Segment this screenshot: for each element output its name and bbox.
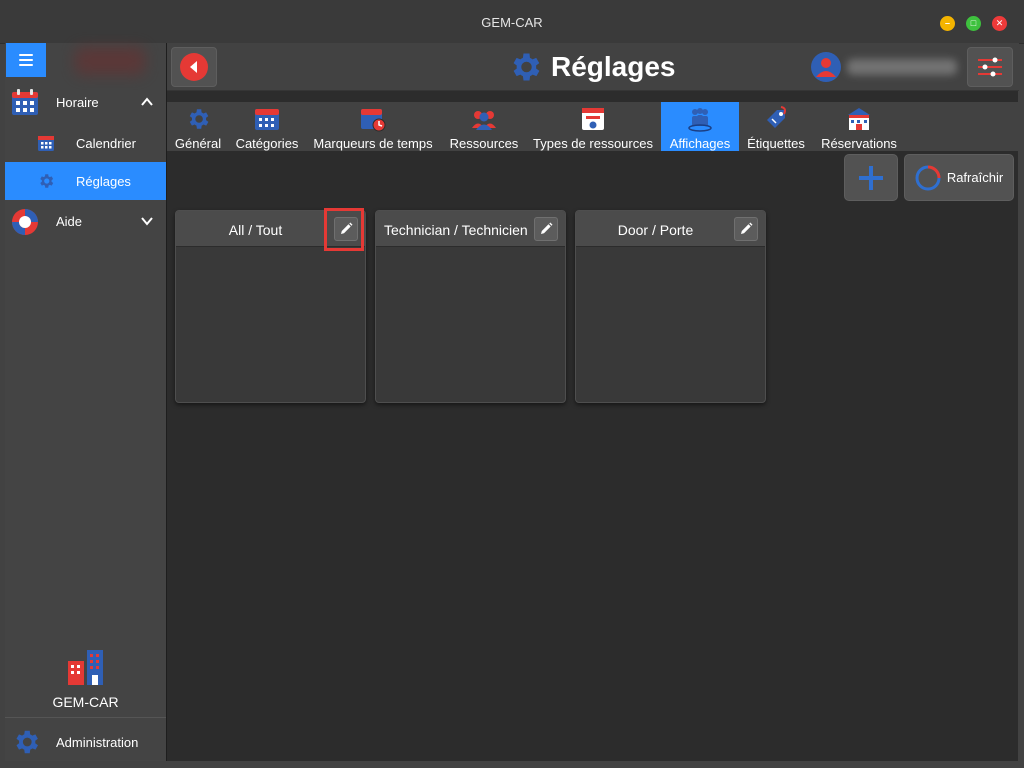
tab-ressources[interactable]: Ressources <box>446 102 522 151</box>
close-button[interactable]: ✕ <box>992 16 1007 31</box>
people-icon <box>472 111 496 130</box>
card-header: Technician / Technicien <box>376 211 565 247</box>
page-title-group: Réglages <box>507 49 676 85</box>
tab-label: Marqueurs de temps <box>313 136 433 151</box>
refresh-button[interactable]: Rafraîchir <box>904 154 1014 201</box>
tab-reservations[interactable]: Réservations <box>818 102 900 151</box>
group-icon <box>688 108 712 132</box>
edit-button[interactable] <box>734 217 758 241</box>
tab-label: Réservations <box>821 136 897 151</box>
minimize-button[interactable]: – <box>940 16 955 31</box>
tag-icon <box>767 106 786 128</box>
menu-toggle-button[interactable] <box>6 43 46 77</box>
chevron-up-icon[interactable] <box>140 95 154 109</box>
card-title: All / Tout <box>228 222 283 238</box>
page-title: Réglages <box>551 51 676 82</box>
tab-label: Catégories <box>235 136 299 151</box>
tab-label: Types de ressources <box>533 136 653 151</box>
lifebuoy-icon <box>12 209 38 235</box>
edit-button[interactable] <box>334 217 358 241</box>
window-title: GEM-CAR <box>481 15 543 30</box>
company-logo-icon <box>68 650 103 685</box>
badge-icon <box>582 108 604 130</box>
gear-icon <box>16 730 38 754</box>
tab-types-de-ressources[interactable]: Types de ressources <box>530 102 656 151</box>
tab-general[interactable]: Général <box>170 102 226 151</box>
tab-affichages[interactable]: Affichages <box>661 102 739 151</box>
sidebar: Horaire Calendrier Réglages Aide GEM-CAR… <box>5 43 166 761</box>
card-title: Technician / Technicien <box>384 222 527 238</box>
sidebar-item-aide[interactable]: Aide <box>5 203 166 241</box>
building-icon <box>848 108 870 130</box>
tab-label: Ressources <box>449 136 519 151</box>
calendar-icon <box>255 109 279 130</box>
card-header: Door / Porte <box>576 211 765 247</box>
gear-icon <box>513 53 540 81</box>
sidebar-divider <box>5 717 166 718</box>
sidebar-item-label: Réglages <box>76 174 131 189</box>
minimize-icon: – <box>944 18 950 28</box>
card-title: Door / Porte <box>617 222 694 238</box>
pencil-icon <box>741 222 753 234</box>
sidebar-item-calendrier[interactable]: Calendrier <box>5 124 166 162</box>
add-button[interactable] <box>844 154 898 201</box>
hamburger-icon <box>19 54 33 66</box>
gear-icon <box>189 109 209 129</box>
edit-button[interactable] <box>534 217 558 241</box>
maximize-button[interactable]: □ <box>966 16 981 31</box>
pencil-icon <box>341 222 353 234</box>
plus-icon <box>859 165 883 190</box>
display-card[interactable]: All / Tout <box>175 210 366 403</box>
sidebar-item-label: Calendrier <box>76 136 136 151</box>
calendar-small-icon <box>38 136 54 151</box>
gear-icon <box>40 174 54 188</box>
brand-logo <box>75 47 145 75</box>
back-arrow-icon <box>180 53 208 81</box>
company-name: GEM-CAR <box>52 694 119 710</box>
tab-label: Affichages <box>669 136 731 151</box>
sidebar-item-horaire[interactable]: Horaire <box>5 84 166 122</box>
tab-label: Étiquettes <box>747 136 805 151</box>
display-card[interactable]: Door / Porte <box>575 210 766 403</box>
display-card[interactable]: Technician / Technicien <box>375 210 566 403</box>
refresh-icon <box>915 165 941 190</box>
refresh-label: Rafraîchir <box>946 170 1004 185</box>
tab-etiquettes[interactable]: Étiquettes <box>744 102 808 151</box>
app-window: GEM-CAR – □ ✕ Horaire Calendrier Réglage… <box>0 0 1024 768</box>
tab-categories[interactable]: Catégories <box>232 102 302 151</box>
chevron-down-icon[interactable] <box>140 214 154 228</box>
header-bar: Réglages <box>167 43 1019 91</box>
user-name[interactable] <box>847 59 957 75</box>
user-avatar-icon[interactable] <box>811 52 841 82</box>
settings-menu-button[interactable] <box>967 47 1013 87</box>
pencil-icon <box>541 222 553 234</box>
sliders-icon <box>978 57 1002 77</box>
close-icon: ✕ <box>995 18 1004 28</box>
sidebar-item-reglages[interactable]: Réglages <box>5 162 166 200</box>
calendar-clock-icon <box>361 109 386 132</box>
sidebar-item-administration[interactable]: Administration <box>5 723 166 761</box>
calendar-grid-icon <box>12 89 38 115</box>
settings-tabs: Général Catégories Marqueurs de temps Re… <box>167 102 1019 151</box>
sidebar-item-label: Aide <box>56 214 83 229</box>
sidebar-item-label: Administration <box>56 735 139 750</box>
maximize-icon: □ <box>970 18 977 28</box>
tab-label: Général <box>174 136 222 151</box>
title-bar: GEM-CAR – □ ✕ <box>0 0 1024 44</box>
main-panel: Réglages Général Catégories Marqueurs de… <box>166 43 1019 761</box>
card-header: All / Tout <box>176 211 365 247</box>
back-button[interactable] <box>171 47 217 87</box>
sidebar-item-label: Horaire <box>56 95 99 110</box>
tab-marqueurs-de-temps[interactable]: Marqueurs de temps <box>311 102 435 151</box>
